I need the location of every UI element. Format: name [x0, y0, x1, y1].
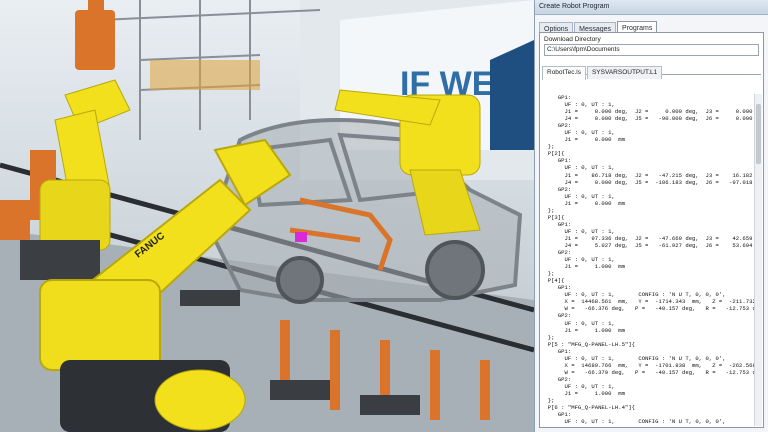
code-line: GP2:	[541, 375, 572, 383]
code-line: UF : 0, UT : 1,	[541, 101, 615, 109]
code-line: GP1:	[541, 220, 572, 228]
code-line: };	[541, 206, 555, 214]
code-line: UF : 0, UT : 1,	[541, 256, 615, 264]
code-line: P[4]{	[541, 277, 565, 285]
code-line: UF : 0, UT : 1,	[541, 129, 615, 137]
code-line: J1 = 1.000 mm	[541, 263, 625, 271]
code-line: X = 14689.766 mm, Y = -1701.838 mm, Z = …	[541, 361, 754, 369]
code-line: UF : 0, UT : 1, CONFIG : 'N U T, 0, 0, 0…	[541, 418, 726, 426]
code-line: X = 14468.561 mm, Y = -1714.343 mm, Z = …	[541, 298, 754, 306]
code-line: X = 14577.836 mm, Y = -1714.725 mm, Z = …	[541, 425, 754, 426]
code-line: GP1:	[541, 347, 572, 355]
code-line: };	[541, 333, 555, 341]
code-line: };	[541, 397, 555, 405]
simulation-viewport[interactable]: IF WE FANUC	[0, 0, 534, 432]
code-line: UF : 0, UT : 1, CONFIG : 'N U T, 0, 0, 0…	[541, 354, 726, 362]
mezzanine-frame	[150, 60, 260, 90]
code-line: GP1:	[541, 411, 572, 419]
code-line: GP1:	[541, 94, 572, 101]
code-line: J4 = 0.000 deg, J5 = -106.183 deg, J6 = …	[541, 178, 754, 186]
code-line: J1 = 0.000 deg, J2 = 0.000 deg, J3 = 0.0…	[541, 108, 754, 116]
code-line: J4 = 5.027 deg, J5 = -61.927 deg, J6 = 5…	[541, 241, 754, 249]
code-line: J1 = 0.000 mm	[541, 199, 625, 207]
code-line: P[6 : "MFG_Q-PANEL-LH.4"]{	[541, 404, 635, 412]
program-code-editor[interactable]: GP1: UF : 0, UT : 1, J1 = 0.000 deg, J2 …	[541, 94, 754, 426]
code-line: UF : 0, UT : 1,	[541, 319, 615, 327]
code-line: UF : 0, UT : 1, CONFIG : 'N U T, 0, 0, 0…	[541, 291, 726, 299]
code-line: P[5 : "MFG_Q-PANEL-LH.5"]{	[541, 340, 635, 348]
code-line: GP2:	[541, 122, 572, 130]
code-line: UF : 0, UT : 1,	[541, 164, 615, 172]
code-line: J4 = 0.000 deg, J5 = -90.000 deg, J6 = 0…	[541, 115, 754, 123]
code-line: J1 = 1.000 mm	[541, 326, 625, 334]
code-line: P[2]{	[541, 150, 565, 158]
code-line: J1 = 0.000 mm	[541, 136, 625, 144]
window-title: Create Robot Program	[535, 0, 768, 15]
create-robot-program-window: Create Robot Program Options Messages Prog…	[534, 0, 768, 432]
file-tabs: RobotTec.ls SYSVARSOUTPUT.L1	[542, 61, 761, 80]
code-line: P[3]{	[541, 213, 565, 221]
code-line: J1 = 86.718 deg, J2 = -47.215 deg, J3 = …	[541, 171, 754, 179]
download-directory-label: Download Directory	[544, 36, 601, 43]
code-line: GP2:	[541, 185, 572, 193]
code-line: J1 = 1.000 mm	[541, 389, 625, 397]
file-tab-sysvars[interactable]: SYSVARSOUTPUT.L1	[586, 66, 663, 79]
file-tab-robottec[interactable]: RobotTec.ls	[542, 66, 586, 80]
code-line: GP1:	[541, 157, 572, 165]
code-line: GP2:	[541, 249, 572, 257]
code-line: W = -66.379 deg, P = -40.157 deg, R = -1…	[541, 368, 754, 376]
code-line: };	[541, 143, 555, 151]
code-line: GP1:	[541, 284, 572, 292]
code-line: UF : 0, UT : 1,	[541, 192, 615, 200]
editor-scrollbar-thumb[interactable]	[756, 104, 761, 164]
download-directory-field[interactable]: C:\Users\fpm\Documents	[544, 44, 759, 56]
code-line: J1 = 97.336 deg, J2 = -47.669 deg, J3 = …	[541, 234, 754, 242]
code-line: W = -66.376 deg, P = -40.157 deg, R = -1…	[541, 305, 754, 313]
code-line: GP2:	[541, 312, 572, 320]
editor-scrollbar[interactable]	[754, 94, 762, 426]
main-tabs: Options Messages Programs	[539, 18, 764, 36]
code-line: };	[541, 270, 555, 278]
code-line: UF : 0, UT : 1,	[541, 382, 615, 390]
weld-gun-tip	[295, 232, 307, 242]
work-cell-scene: IF WE FANUC	[0, 0, 534, 432]
code-line: UF : 0, UT : 1,	[541, 227, 615, 235]
